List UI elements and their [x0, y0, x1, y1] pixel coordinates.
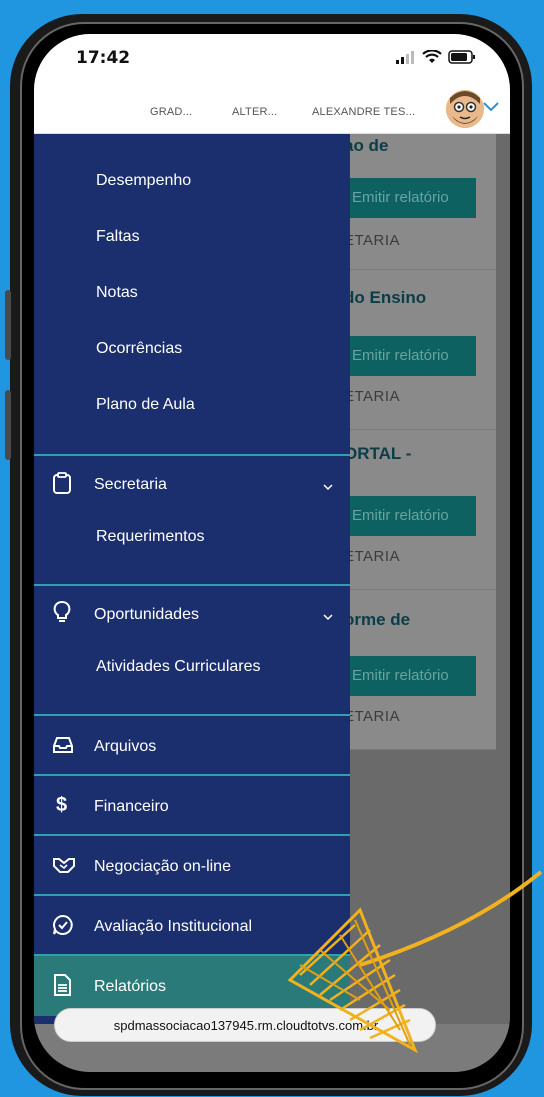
menu-relatorios[interactable]: Relatórios	[34, 956, 350, 1016]
phone-screen: 17:42 GRAD... ALTER... ALEXANDRE TES...	[34, 34, 510, 1072]
emit-report-button[interactable]: Emitir relatório	[344, 496, 476, 536]
wifi-icon	[422, 50, 442, 63]
menu-label: Negociação on-line	[94, 858, 231, 875]
clipboard-icon	[53, 472, 71, 494]
menu-secretaria[interactable]: Secretaria	[34, 468, 350, 500]
menu-ocorrencias[interactable]: Ocorrências	[34, 336, 350, 364]
menu-atividades-curriculares[interactable]: Atividades Curriculares	[34, 654, 350, 682]
menu-notas[interactable]: Notas	[34, 280, 350, 308]
avatar-face-icon	[446, 90, 484, 128]
card-title: ORTAL -	[344, 444, 412, 463]
menu-label: Arquivos	[94, 738, 157, 755]
card-label: ETARIA	[344, 548, 401, 565]
report-card: orme de Emitir relatório ETARIA	[326, 590, 496, 750]
menu-financeiro[interactable]: $ Financeiro	[34, 776, 350, 834]
url-text: spdmassociacao137945.rm.cloudtotvs.com.b…	[113, 1018, 379, 1033]
lightbulb-icon	[53, 601, 71, 622]
menu-label: Desempenho	[96, 172, 192, 189]
menu-label: Financeiro	[94, 798, 169, 815]
menu-label: Secretaria	[94, 476, 167, 493]
menu-arquivos[interactable]: Arquivos	[34, 716, 350, 774]
menu-avaliacao[interactable]: Avaliação Institucional	[34, 896, 350, 954]
report-card: ORTAL - Emitir relatório ETARIA	[326, 430, 496, 590]
status-time: 17:42	[76, 48, 131, 68]
document-icon	[54, 974, 71, 996]
avatar[interactable]	[446, 90, 484, 128]
volume-up-button	[5, 290, 11, 360]
card-title: ao de	[344, 136, 389, 155]
menu-label: Relatórios	[94, 978, 167, 995]
battery-icon	[448, 50, 475, 64]
emit-report-button[interactable]: Emitir relatório	[344, 336, 476, 376]
menu-negociacao[interactable]: Negociação on-line	[34, 836, 350, 894]
menu-divider	[34, 584, 350, 586]
emit-report-button[interactable]: Emitir relatório	[344, 656, 476, 696]
card-label: ETARIA	[344, 388, 401, 405]
card-label: ETARIA	[344, 708, 401, 725]
menu-label: Ocorrências	[96, 340, 183, 357]
inbox-icon	[53, 737, 73, 753]
handshake-icon	[53, 858, 75, 873]
emit-report-button[interactable]: Emitir relatório	[344, 178, 476, 218]
nav-course[interactable]: GRAD...	[150, 106, 192, 118]
chat-check-icon	[53, 914, 73, 935]
url-bar[interactable]: spdmassociacao137945.rm.cloudtotvs.com.b…	[54, 1008, 436, 1042]
volume-down-button	[5, 390, 11, 460]
chevron-down-icon	[323, 484, 333, 491]
menu-label: Notas	[96, 284, 138, 301]
menu-label: Oportunidades	[94, 606, 199, 623]
menu-desempenho[interactable]: Desempenho	[34, 168, 350, 196]
top-navigation: GRAD... ALTER... ALEXANDRE TES...	[34, 86, 510, 134]
menu-oportunidades[interactable]: Oportunidades	[34, 598, 350, 630]
status-icons	[396, 50, 476, 64]
report-card: do Ensino Emitir relatório ETARIA	[326, 270, 496, 430]
menu-divider	[34, 454, 350, 456]
status-bar: 17:42	[34, 34, 510, 86]
menu-label: Avaliação Institucional	[94, 918, 253, 935]
nav-alter[interactable]: ALTER...	[232, 106, 277, 118]
nav-user-name[interactable]: ALEXANDRE TES...	[312, 106, 415, 118]
menu-plano-aula[interactable]: Plano de Aula	[34, 392, 350, 420]
card-title: do Ensino	[344, 288, 427, 307]
menu-label: Atividades Curriculares	[96, 658, 261, 675]
chevron-down-icon[interactable]	[482, 100, 500, 114]
menu-label: Faltas	[96, 228, 140, 245]
chevron-down-icon	[323, 614, 333, 621]
side-menu-drawer: Central do Aluno Desempenho Faltas Notas…	[34, 120, 350, 1072]
menu-label: Requerimentos	[96, 528, 205, 545]
card-label: ETARIA	[344, 232, 401, 249]
menu-faltas[interactable]: Faltas	[34, 224, 350, 252]
menu-label: Plano de Aula	[96, 396, 195, 413]
card-title: orme de	[344, 610, 411, 629]
signal-icon	[396, 51, 414, 64]
dollar-icon: $	[56, 794, 68, 816]
menu-requerimentos[interactable]: Requerimentos	[34, 524, 350, 552]
report-card: ao de Emitir relatório ETARIA	[326, 134, 496, 270]
